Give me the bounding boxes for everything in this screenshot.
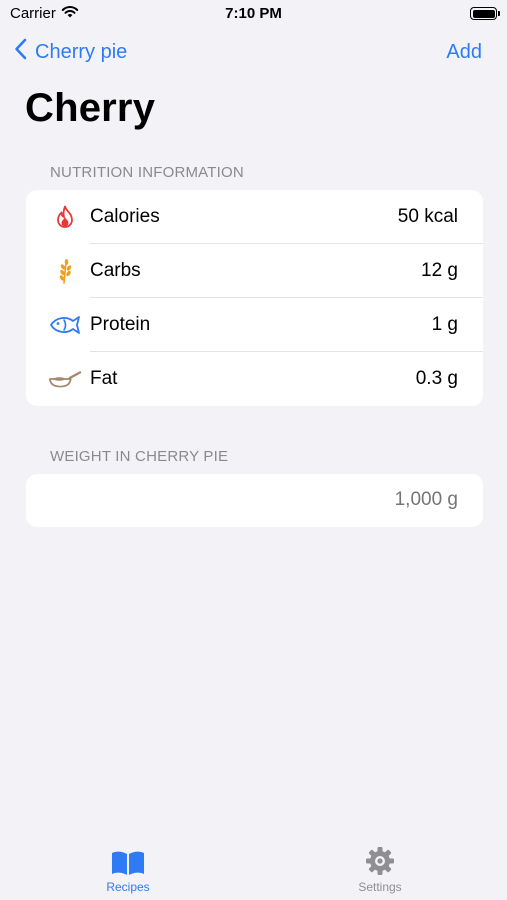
flame-icon xyxy=(48,190,82,244)
chevron-left-icon xyxy=(14,38,27,66)
book-icon xyxy=(111,842,145,876)
weight-card xyxy=(26,474,483,527)
nutrition-label-protein: Protein xyxy=(90,314,151,335)
tab-settings[interactable]: Settings xyxy=(320,842,440,894)
nutrition-section-header: NUTRITION INFORMATION xyxy=(50,164,244,181)
fish-icon xyxy=(48,298,82,352)
clock: 7:10 PM xyxy=(225,5,282,22)
tab-recipes-label: Recipes xyxy=(106,880,150,894)
nutrition-card: Calories 50 kcal Carbs 12 g Protein 1 g … xyxy=(26,190,483,406)
nutrition-row-protein: Protein 1 g xyxy=(26,298,483,352)
battery-icon xyxy=(470,7,500,20)
page-title: Cherry xyxy=(25,86,156,130)
nutrition-value-carbs: 12 g xyxy=(421,260,458,281)
tab-bar: Recipes Settings xyxy=(0,842,507,900)
nutrition-value-calories: 50 kcal xyxy=(397,206,458,227)
nutrition-value-fat: 0.3 g xyxy=(415,368,458,389)
weight-section-header: WEIGHT IN CHERRY PIE xyxy=(50,448,229,465)
back-button-label: Cherry pie xyxy=(35,40,128,63)
nutrition-row-fat: Fat 0.3 g xyxy=(26,352,483,406)
wheat-icon xyxy=(48,244,82,298)
add-button[interactable]: Add xyxy=(446,41,482,64)
status-bar: Carrier 7:10 PM xyxy=(0,0,507,30)
nutrition-label-carbs: Carbs xyxy=(90,260,141,281)
nutrition-row-calories: Calories 50 kcal xyxy=(26,190,483,244)
nutrition-value-protein: 1 g xyxy=(431,314,458,335)
gear-icon xyxy=(365,842,395,876)
tab-recipes[interactable]: Recipes xyxy=(68,842,188,894)
back-button[interactable]: Cherry pie xyxy=(14,38,127,66)
navigation-bar: Cherry pie Add xyxy=(0,36,507,70)
pan-icon xyxy=(48,352,82,406)
weight-input[interactable] xyxy=(158,489,458,511)
tab-settings-label: Settings xyxy=(358,880,402,894)
nutrition-label-calories: Calories xyxy=(90,206,160,227)
nutrition-label-fat: Fat xyxy=(90,368,118,389)
nutrition-row-carbs: Carbs 12 g xyxy=(26,244,483,298)
